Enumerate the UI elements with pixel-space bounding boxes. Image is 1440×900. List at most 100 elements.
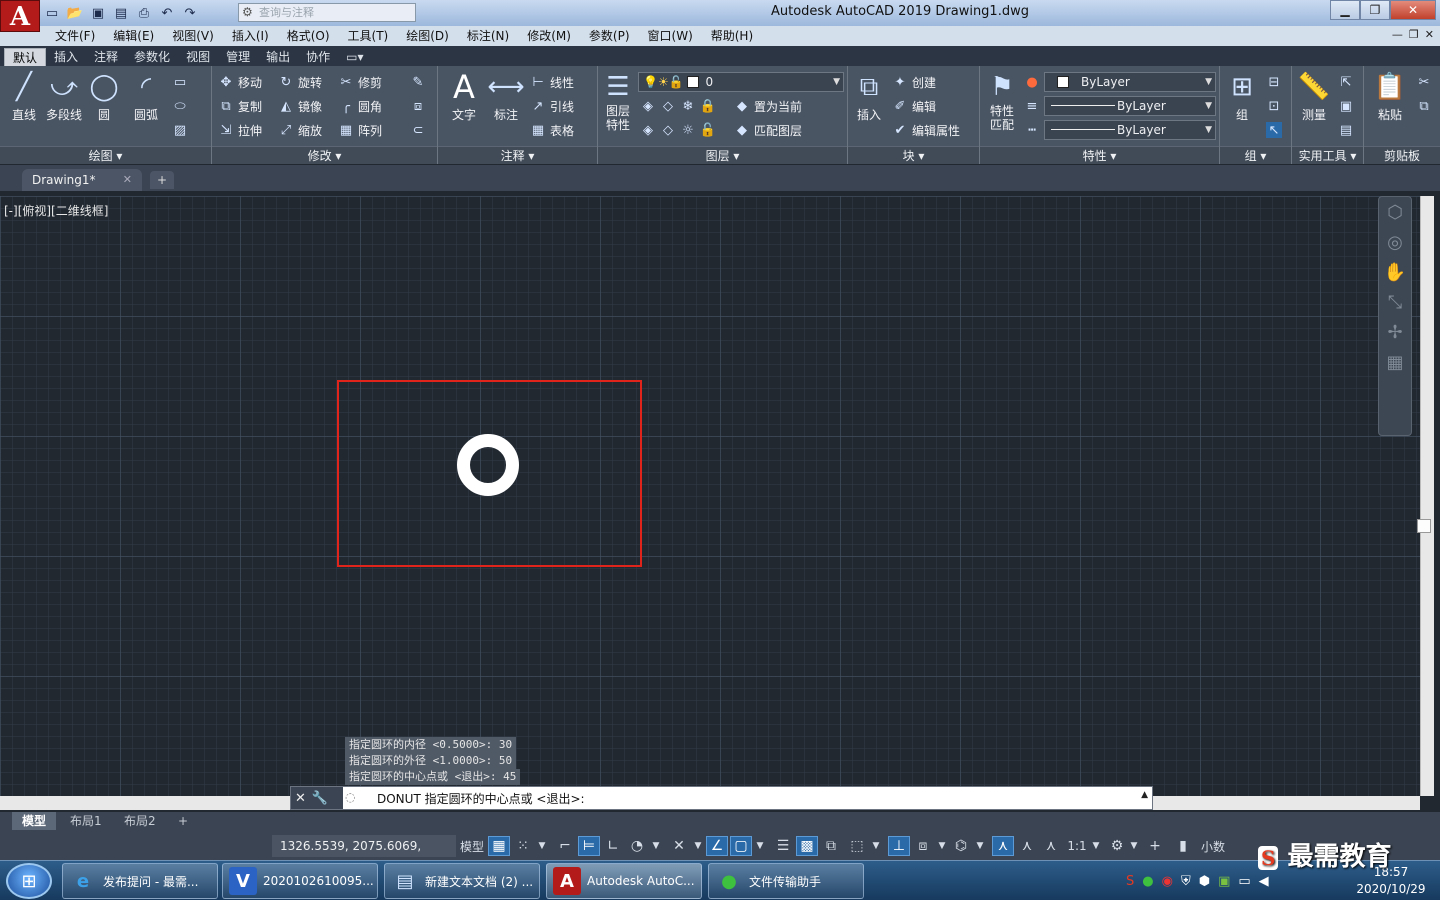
layer-thaw-icon[interactable]: ☼ xyxy=(680,122,696,138)
steering-wheel-icon[interactable]: ◎ xyxy=(1379,227,1411,257)
network-tray-icon[interactable]: ⬢ xyxy=(1199,874,1210,889)
close-icon[interactable]: ✕ xyxy=(295,791,306,806)
set-current-button[interactable]: ◆ 置为当前 xyxy=(734,96,802,116)
menu-file[interactable]: 文件(F) xyxy=(46,26,104,46)
vertical-scrollbar[interactable] xyxy=(1420,196,1434,796)
linetype-dropdown[interactable]: ByLayer ▼ xyxy=(1044,96,1216,116)
trim-button[interactable]: ✂ 修剪 xyxy=(338,72,382,92)
chevron-down-icon[interactable]: ▼ xyxy=(754,836,766,856)
units-selector[interactable]: 小数 xyxy=(1196,836,1230,856)
layers-panel-title[interactable]: 图层 ▾ xyxy=(598,146,847,164)
redo-icon[interactable]: ↷ xyxy=(180,3,200,23)
taskbar-item-ie[interactable]: e 发布提问 - 最需... xyxy=(62,863,218,899)
utilities-panel-title[interactable]: 实用工具 ▾ xyxy=(1292,146,1363,164)
layer-properties-button[interactable]: ☰ 图层 特性 xyxy=(600,70,636,132)
explode-button[interactable]: ⧈ xyxy=(410,96,426,116)
menu-view[interactable]: 视图(V) xyxy=(163,26,223,46)
gear-icon[interactable]: ⚙ xyxy=(1106,836,1128,856)
arc-button[interactable]: ◜ 圆弧 xyxy=(126,70,166,123)
group-panel-title[interactable]: 组 ▾ xyxy=(1220,146,1291,164)
open-file-icon[interactable]: 📂 xyxy=(65,3,85,23)
display-tray-icon[interactable]: ▭ xyxy=(1238,874,1250,889)
chevron-down-icon[interactable]: ▼ xyxy=(1090,836,1102,856)
save-as-icon[interactable]: ▤ xyxy=(111,3,131,23)
undo-icon[interactable]: ↶ xyxy=(157,3,177,23)
ungroup-icon[interactable]: ⊟ xyxy=(1266,72,1282,92)
chevron-down-icon[interactable]: ▼ xyxy=(650,836,662,856)
group-edit-icon[interactable]: ⊡ xyxy=(1266,96,1282,116)
grid-icon[interactable]: ▦ xyxy=(488,836,510,856)
volume-tray-icon[interactable]: ◀ xyxy=(1259,874,1269,889)
model-space-button[interactable]: 模型 xyxy=(458,836,486,856)
tab-view[interactable]: 视图 xyxy=(178,48,218,66)
security-tray-icon[interactable]: ⛨ xyxy=(1181,874,1191,889)
dynamic-ucs-icon[interactable]: ⊥ xyxy=(888,836,910,856)
vertical-scroll-thumb[interactable] xyxy=(1417,519,1431,533)
linear-button[interactable]: ⊢ 线性 xyxy=(530,72,574,92)
annotation-visibility-icon[interactable]: ⋏ xyxy=(992,836,1014,856)
coordinates-readout[interactable]: 1326.5539, 2075.6069, 0.0000 xyxy=(272,835,456,875)
chevron-down-icon[interactable]: ▼ xyxy=(536,836,548,856)
lineweight-icon[interactable]: ≡ xyxy=(1024,96,1040,116)
select-all-icon[interactable]: ▣ xyxy=(1338,96,1354,116)
menu-modify[interactable]: 修改(M) xyxy=(518,26,580,46)
menu-window[interactable]: 窗口(W) xyxy=(639,26,702,46)
dimension-button[interactable]: ⟷ 标注 xyxy=(486,70,526,123)
copy-button[interactable]: ⧉ 复制 xyxy=(218,96,262,116)
layer-on-icon[interactable]: ◈ xyxy=(640,122,656,138)
scale-selector[interactable]: 1:1 xyxy=(1064,836,1090,856)
polar-icon[interactable]: ◔ xyxy=(626,836,648,856)
layer-unisolate-icon[interactable]: ◇ xyxy=(660,122,676,138)
zoom-icon[interactable]: ⤡ xyxy=(1379,287,1411,317)
draw-panel-title[interactable]: 绘图 ▾ xyxy=(0,146,211,164)
viewcube-icon[interactable]: ⬡ xyxy=(1379,197,1411,227)
tab-manage[interactable]: 管理 xyxy=(218,48,258,66)
wechat-tray-icon[interactable]: ● xyxy=(1142,874,1153,889)
tab-insert[interactable]: 插入 xyxy=(46,48,86,66)
sogou-tray-icon[interactable]: S xyxy=(1126,874,1134,889)
doc-tab-drawing1[interactable]: Drawing1* ✕ xyxy=(22,169,142,191)
workspace-search[interactable]: ⚙ 查询与注释 xyxy=(238,3,416,22)
chevron-down-icon[interactable]: ▼ xyxy=(1128,836,1140,856)
donut-shape[interactable] xyxy=(457,434,519,496)
ribbon-options-icon[interactable]: ▭▾ xyxy=(338,48,371,66)
group-select-icon[interactable]: ↖ xyxy=(1266,120,1282,140)
mirror-button[interactable]: ◭ 镜像 xyxy=(278,96,322,116)
infer-icon[interactable]: ⌐ xyxy=(554,836,576,856)
menu-help[interactable]: 帮助(H) xyxy=(702,26,762,46)
pan-icon[interactable]: ✋ xyxy=(1379,257,1411,287)
showmotion-icon[interactable]: ▦ xyxy=(1379,347,1411,377)
object-snap-tracking-icon[interactable]: ∠ xyxy=(706,836,728,856)
auto-scale-icon[interactable]: ⋏ xyxy=(1016,836,1038,856)
block-panel-title[interactable]: 块 ▾ xyxy=(848,146,979,164)
menu-parametric[interactable]: 参数(P) xyxy=(580,26,639,46)
layer-lock-icon[interactable]: 🔒 xyxy=(700,98,716,114)
add-layout-icon[interactable]: + xyxy=(168,812,198,830)
chevron-down-icon[interactable]: ▼ xyxy=(692,836,704,856)
clipboard-panel-title[interactable]: 剪贴板 xyxy=(1364,146,1440,164)
close-icon[interactable]: ✕ xyxy=(123,169,132,191)
insert-block-button[interactable]: ⧉ 插入 xyxy=(850,70,888,123)
tab-layout2[interactable]: 布局2 xyxy=(114,812,166,830)
copy-clip-icon[interactable]: ⧉ xyxy=(1416,96,1432,116)
doc-restore-icon[interactable]: ❐ xyxy=(1409,28,1419,41)
snap-icon[interactable]: ⁙ xyxy=(512,836,534,856)
annotation-panel-title[interactable]: 注释 ▾ xyxy=(438,146,597,164)
text-button[interactable]: A 文字 xyxy=(444,68,484,123)
fillet-button[interactable]: ╭ 圆角 xyxy=(338,96,382,116)
chevron-down-icon[interactable]: ▼ xyxy=(870,836,882,856)
transparency-icon[interactable]: ▩ xyxy=(796,836,818,856)
linetype-icon[interactable]: ┅ xyxy=(1024,120,1040,140)
lineweight-display-icon[interactable]: ☰ xyxy=(772,836,794,856)
viewport-controls[interactable]: [-][俯视][二维线框] xyxy=(4,202,108,219)
wrench-icon[interactable]: 🔧 xyxy=(312,791,328,806)
layer-unlock-icon[interactable]: 🔓 xyxy=(700,122,716,138)
paste-button[interactable]: 📋 粘贴 xyxy=(1368,70,1412,123)
chevron-up-icon[interactable]: ▲ xyxy=(1141,790,1148,800)
new-file-icon[interactable]: ▭ xyxy=(42,3,62,23)
edit-attributes-button[interactable]: ✔ 编辑属性 xyxy=(892,120,960,140)
save-icon[interactable]: ▣ xyxy=(88,3,108,23)
orbit-icon[interactable]: ✢ xyxy=(1379,317,1411,347)
doc-minimize-icon[interactable]: — xyxy=(1392,28,1403,41)
isodraft-icon[interactable]: ✕ xyxy=(668,836,690,856)
